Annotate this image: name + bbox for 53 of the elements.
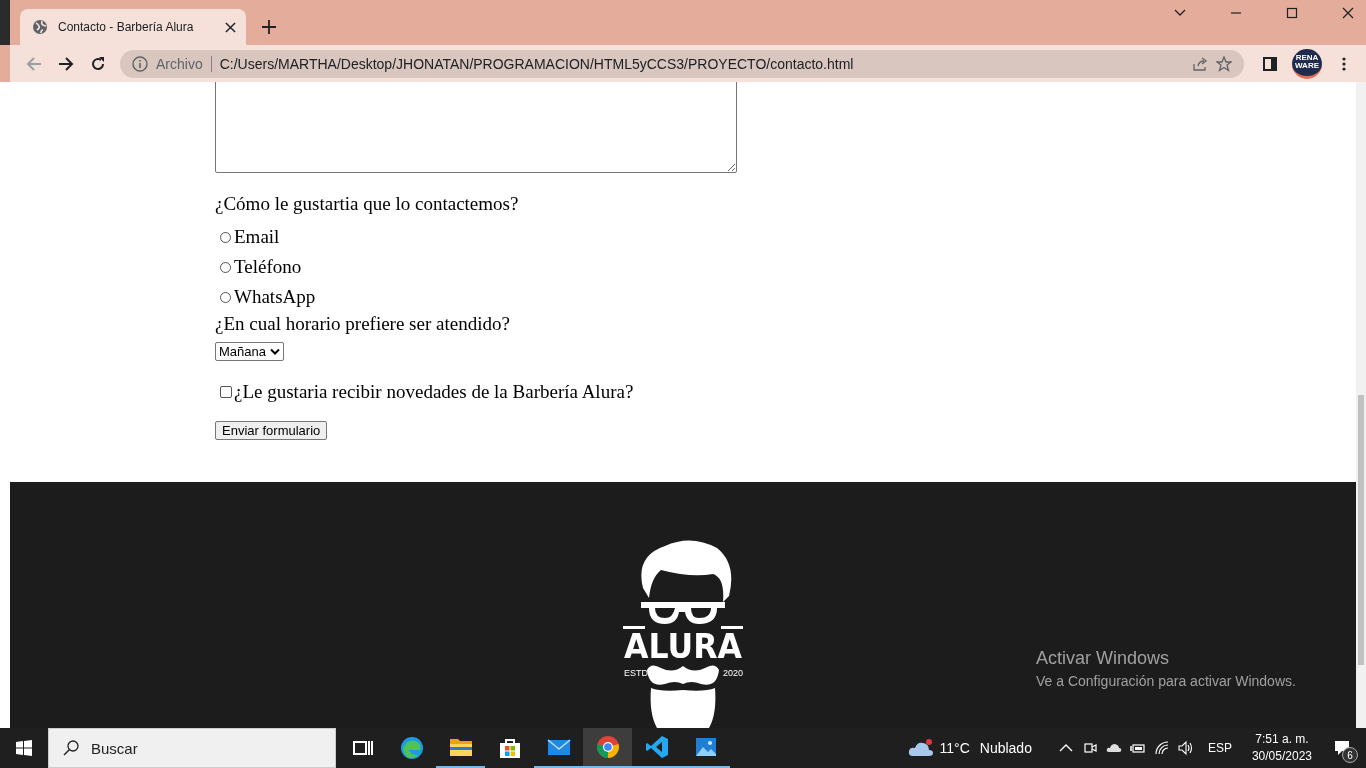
url-text: C:/Users/MARTHA/Desktop/JHONATAN/PROGRAMACION/HTML5yCCS3/PROYECTO/contacto.html xyxy=(219,55,854,72)
share-icon[interactable] xyxy=(1192,55,1208,72)
close-icon[interactable] xyxy=(225,21,236,33)
profile-avatar[interactable]: RENA WARE xyxy=(1292,48,1322,79)
chrome-icon xyxy=(595,735,620,759)
clock-time: 7:51 a. m. xyxy=(1255,731,1309,748)
tab-title: Contacto - Barbería Alura xyxy=(58,20,195,34)
checkbox[interactable] xyxy=(220,386,232,398)
activation-title: Activar Windows xyxy=(1036,648,1171,669)
maximize-icon[interactable] xyxy=(1286,7,1298,19)
taskbar-search-field[interactable]: Buscar xyxy=(48,728,336,768)
edge-icon xyxy=(399,736,424,760)
speaker-icon[interactable] xyxy=(1177,740,1194,756)
weather-text: Nublado xyxy=(979,740,1032,756)
code-editor-icon xyxy=(644,735,669,759)
language-indicator[interactable]: ESP xyxy=(1207,741,1232,755)
photos-icon xyxy=(693,735,718,759)
radio-label: Teléfono xyxy=(234,255,302,279)
wifi-icon[interactable] xyxy=(1153,740,1170,756)
logo-year: 2020 xyxy=(723,668,744,678)
clock-date: 30/05/2023 xyxy=(1251,748,1312,765)
search-icon xyxy=(63,740,79,756)
cloud-icon xyxy=(907,738,934,758)
logo-established: ESTD xyxy=(624,668,648,678)
store-icon xyxy=(497,736,522,760)
schedule-select[interactable]: Mañana xyxy=(215,342,284,361)
contact-question: ¿Cómo le gustartia que lo contactemos? xyxy=(215,192,519,216)
taskbar-app-button[interactable] xyxy=(583,728,632,768)
activation-text: Ve a Configuración para activar Windows. xyxy=(1036,673,1296,689)
address-bar[interactable]: Archivo C:/Users/MARTHA/Desktop/JHONATAN/PROGRAMACION/HTML5yCCS3/PROYECTO/contacto.html xyxy=(120,49,1244,78)
submit-button[interactable]: Enviar formulario xyxy=(215,421,328,440)
logo-title: ALURA xyxy=(624,626,745,666)
schedule-question: ¿En cual horario prefiere ser atendido? xyxy=(215,312,510,336)
start-icon[interactable] xyxy=(16,740,32,756)
globe-icon xyxy=(32,19,48,35)
security-label: Archivo xyxy=(156,55,203,72)
radio-label: WhatsApp xyxy=(234,285,316,309)
reload-icon[interactable] xyxy=(90,55,106,72)
browser-tab[interactable]: Contacto - Barbería Alura xyxy=(20,9,246,45)
scrollbar-thumb[interactable] xyxy=(1358,395,1364,665)
radio-label: Email xyxy=(234,225,280,249)
caret-icon xyxy=(270,348,280,355)
close-window-icon[interactable] xyxy=(1342,7,1354,19)
camera-icon[interactable] xyxy=(1081,740,1098,756)
info-icon xyxy=(132,55,148,72)
checkbox-label: ¿Le gustaria recibir novedades de la Barbería Alura? xyxy=(234,381,634,403)
notification-count: 6 xyxy=(1342,747,1358,763)
temperature: 11°C xyxy=(939,740,970,756)
message-field[interactable] xyxy=(215,82,737,173)
forward-icon[interactable] xyxy=(58,55,74,72)
star-icon[interactable] xyxy=(1216,55,1232,72)
side-panel-icon[interactable] xyxy=(1262,55,1278,72)
new-tab-icon[interactable] xyxy=(262,20,276,34)
